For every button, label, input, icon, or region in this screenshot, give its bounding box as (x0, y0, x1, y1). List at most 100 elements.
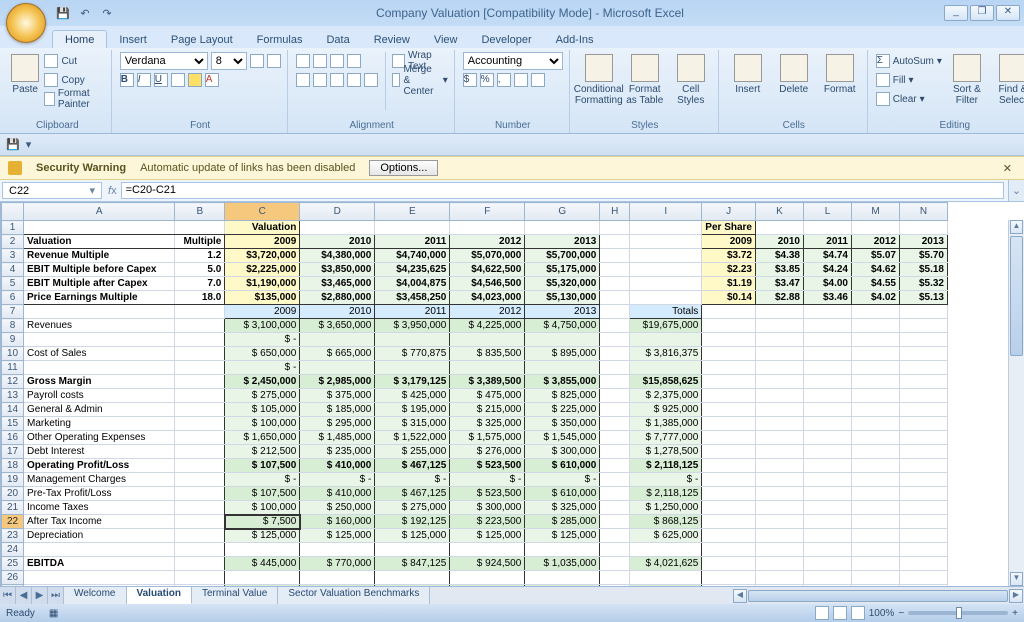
sheet-nav-prev-icon[interactable]: ◀ (16, 587, 32, 604)
cell[interactable] (175, 515, 225, 529)
cell[interactable]: $4,023,000 (450, 291, 525, 305)
cell[interactable]: 2013 (525, 305, 600, 319)
cell[interactable] (756, 347, 804, 361)
qat2-save-icon[interactable]: 💾 (6, 138, 20, 151)
row-header[interactable]: 6 (2, 291, 24, 305)
row-header[interactable]: 9 (2, 333, 24, 347)
cell[interactable] (756, 221, 804, 235)
zoom-handle[interactable] (956, 607, 962, 619)
orientation-icon[interactable] (347, 54, 361, 68)
cell[interactable] (702, 543, 756, 557)
cell[interactable] (804, 501, 852, 515)
cell[interactable]: Income Taxes (24, 501, 175, 515)
cell[interactable]: $5.18 (900, 263, 948, 277)
security-close-button[interactable]: ✕ (999, 162, 1016, 175)
cell[interactable] (600, 543, 630, 557)
row-header[interactable]: 15 (2, 417, 24, 431)
sheet-tab-valuation[interactable]: Valuation (127, 587, 192, 604)
cell[interactable] (756, 305, 804, 319)
cell[interactable] (600, 501, 630, 515)
restore-button[interactable]: ❐ (970, 5, 994, 21)
cell[interactable]: $ 160,000 (300, 515, 375, 529)
cell[interactable] (756, 571, 804, 585)
cell[interactable] (900, 305, 948, 319)
expand-formula-bar-icon[interactable]: ⌄ (1008, 180, 1024, 201)
cell[interactable] (900, 431, 948, 445)
copy-button[interactable]: Copy (44, 71, 104, 89)
cell[interactable]: $ 1,575,000 (450, 431, 525, 445)
security-options-button[interactable]: Options... (369, 160, 438, 176)
bold-button[interactable]: B (120, 73, 134, 87)
cell[interactable]: $ 1,485,000 (300, 431, 375, 445)
cell[interactable] (804, 515, 852, 529)
horizontal-scrollbar[interactable]: ◀▶ (430, 587, 1024, 604)
cell[interactable]: $ - (225, 473, 300, 487)
cell[interactable]: $ 1,278,500 (630, 445, 702, 459)
cell[interactable] (756, 375, 804, 389)
name-box-dropdown-icon[interactable]: ▾ (89, 184, 95, 197)
cell[interactable]: $3,850,000 (300, 263, 375, 277)
col-E[interactable]: E (375, 203, 450, 221)
cell[interactable]: $ 610,000 (525, 459, 600, 473)
zoom-level[interactable]: 100% (869, 608, 895, 619)
cell[interactable] (852, 459, 900, 473)
cell[interactable] (175, 585, 225, 587)
cell[interactable] (900, 501, 948, 515)
cell[interactable]: $ - (630, 473, 702, 487)
tab-addins[interactable]: Add-Ins (544, 31, 606, 48)
cell[interactable]: Valuation (24, 235, 175, 249)
cut-button[interactable]: Cut (44, 52, 104, 70)
col-J[interactable]: J (702, 203, 756, 221)
cell-styles-button[interactable]: Cell Styles (670, 52, 712, 106)
cell[interactable]: $4.24 (804, 263, 852, 277)
row-header[interactable]: 22 (2, 515, 24, 529)
cell[interactable] (702, 389, 756, 403)
format-painter-button[interactable]: Format Painter (44, 90, 104, 108)
cell[interactable] (600, 515, 630, 529)
cell[interactable]: 2011 (804, 235, 852, 249)
cell[interactable]: $ 445,000 (225, 557, 300, 571)
cell[interactable] (756, 333, 804, 347)
cell[interactable]: $ 300,000 (450, 501, 525, 515)
qat2-print-icon[interactable]: ▾ (26, 138, 32, 151)
row-header[interactable]: 23 (2, 529, 24, 543)
cell[interactable]: $135,000 (225, 291, 300, 305)
increase-indent-icon[interactable] (364, 73, 378, 87)
decrease-indent-icon[interactable] (347, 73, 361, 87)
cell[interactable] (852, 375, 900, 389)
cell[interactable]: Valuation (225, 221, 300, 235)
cell[interactable]: $ 4,750,000 (525, 319, 600, 333)
cell[interactable] (804, 543, 852, 557)
cell[interactable] (600, 375, 630, 389)
cell[interactable] (600, 585, 630, 587)
cell[interactable] (900, 473, 948, 487)
fill-button[interactable]: Fill ▾ (876, 71, 942, 89)
cell[interactable]: $15,858,625 (630, 375, 702, 389)
align-bottom-icon[interactable] (330, 54, 344, 68)
cell[interactable]: $ 255,000 (375, 445, 450, 459)
cell[interactable] (900, 557, 948, 571)
cell[interactable]: Price Earnings Multiple (24, 291, 175, 305)
cell[interactable] (600, 347, 630, 361)
autosum-button[interactable]: ΣAutoSum ▾ (876, 52, 942, 70)
cell[interactable] (375, 333, 450, 347)
cell[interactable] (804, 417, 852, 431)
formula-input[interactable] (121, 182, 1004, 199)
cell[interactable] (175, 543, 225, 557)
cell[interactable] (804, 375, 852, 389)
cell[interactable] (900, 319, 948, 333)
cell[interactable] (24, 221, 175, 235)
cell[interactable]: $ 3,389,500 (450, 375, 525, 389)
cell[interactable] (525, 333, 600, 347)
cell[interactable] (600, 417, 630, 431)
col-F[interactable]: F (450, 203, 525, 221)
cell[interactable] (600, 235, 630, 249)
cell[interactable] (804, 431, 852, 445)
cell[interactable] (852, 389, 900, 403)
cell[interactable]: Pre-Tax Profit/Loss (24, 487, 175, 501)
cell[interactable] (175, 571, 225, 585)
cell[interactable]: EBIT (24, 585, 175, 587)
cell[interactable] (600, 249, 630, 263)
cell[interactable] (852, 431, 900, 445)
cell[interactable] (300, 333, 375, 347)
